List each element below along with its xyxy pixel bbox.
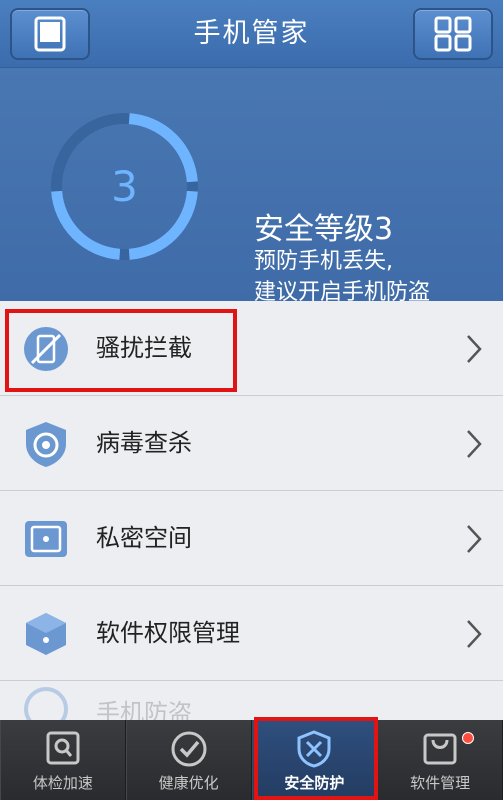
antitheft-icon	[24, 687, 68, 720]
chevron-right-icon	[467, 430, 482, 458]
virus-shield-icon	[26, 422, 66, 467]
check-icon	[171, 731, 207, 767]
block-phone-icon	[24, 327, 68, 371]
security-advice: 预防手机丢失, 建议开启手机防盗	[254, 246, 430, 308]
app-header: 手机管家	[0, 0, 503, 68]
chevron-right-icon	[467, 525, 482, 553]
menu-item-label: 手机防盗	[96, 699, 192, 721]
more-tools-button[interactable]	[413, 8, 493, 60]
tab-software[interactable]: 软件管理	[377, 720, 503, 800]
tab-optimize[interactable]: 健康优化	[125, 720, 252, 800]
security-advice-line1: 预防手机丢失,	[254, 249, 393, 274]
menu-item-label: 软件权限管理	[96, 619, 240, 647]
feature-list: 骚扰拦截 病毒查杀 私密空间 软件权限管理 手机防盗	[0, 301, 503, 721]
menu-item-private-space[interactable]: 私密空间	[0, 491, 503, 586]
security-level-title: 安全等级3	[254, 212, 394, 247]
cube-icon	[26, 613, 66, 655]
menu-item-anti-theft[interactable]: 手机防盗	[0, 681, 503, 721]
notification-badge	[462, 732, 474, 744]
tab-label: 软件管理	[410, 774, 471, 792]
bag-icon	[423, 733, 457, 765]
tab-label: 健康优化	[158, 774, 219, 792]
tab-label: 体检加速	[32, 774, 93, 792]
menu-item-virus-scan[interactable]: 病毒查杀	[0, 396, 503, 491]
safe-icon	[25, 521, 67, 557]
tab-security[interactable]: 安全防护	[251, 720, 378, 800]
scan-icon	[46, 731, 80, 765]
menu-item-app-permissions[interactable]: 软件权限管理	[0, 586, 503, 681]
shield-icon	[297, 730, 331, 768]
chevron-right-icon	[467, 335, 482, 363]
tab-label: 安全防护	[284, 774, 345, 792]
tab-checkup[interactable]: 体检加速	[0, 720, 126, 800]
security-status-banner[interactable]: 3 安全等级3 预防手机丢失, 建议开启手机防盗	[0, 68, 503, 305]
menu-item-label: 骚扰拦截	[96, 334, 192, 362]
menu-item-harassment-block[interactable]: 骚扰拦截	[0, 301, 503, 396]
menu-item-label: 病毒查杀	[96, 429, 192, 457]
bottom-tab-bar: 体检加速 健康优化 安全防护 软件管理	[0, 720, 503, 800]
grid-icon	[434, 16, 472, 52]
chevron-right-icon	[467, 620, 482, 648]
menu-item-label: 私密空间	[96, 524, 192, 552]
security-level-number: 3	[111, 162, 138, 211]
